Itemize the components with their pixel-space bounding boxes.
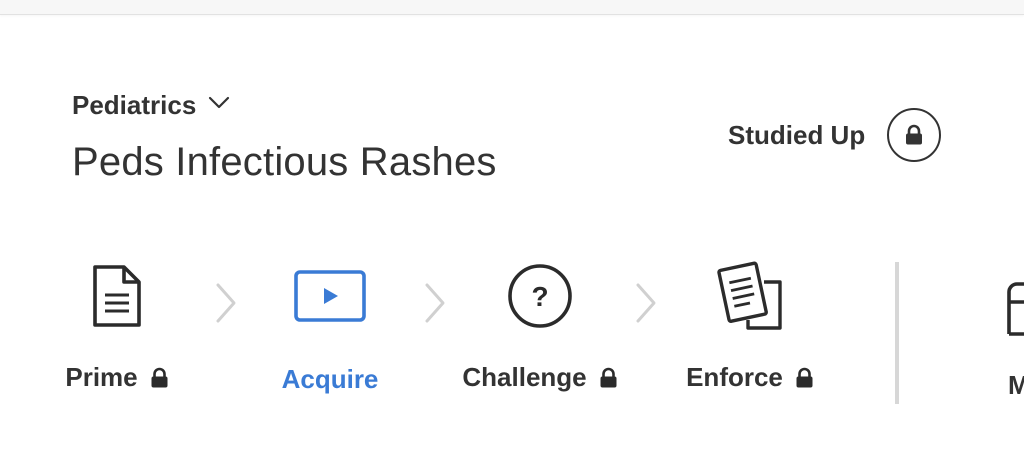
step-label: Acquire (281, 364, 379, 394)
step-label: Enforce (686, 362, 783, 392)
lock-circle-button[interactable] (887, 108, 942, 162)
step-divider (895, 262, 899, 404)
step-acquire[interactable]: Acquire (240, 258, 420, 395)
svg-text:?: ? (531, 281, 548, 312)
step-challenge[interactable]: ? Challenge (450, 258, 630, 393)
step-label-row: Enforce (686, 362, 814, 393)
step-label: Prime (65, 362, 138, 392)
step-prime[interactable]: Prime (27, 258, 207, 393)
step-partial[interactable]: M (1004, 258, 1024, 408)
chevron-right-icon (425, 283, 445, 323)
chevron-right-icon (636, 283, 656, 323)
page-title: Peds Infectious Rashes (72, 140, 497, 184)
lock-icon (151, 367, 168, 387)
step-label: M (1008, 370, 1024, 400)
lock-icon (906, 124, 923, 145)
video-play-icon (293, 258, 367, 334)
lock-icon (600, 367, 617, 387)
category-label: Pediatrics (72, 90, 197, 120)
chevron-right-icon (216, 283, 236, 323)
step-label: Challenge (462, 362, 587, 392)
step-label-row: Challenge (462, 362, 617, 393)
step-label-row: Prime (65, 362, 168, 393)
document-icon (91, 258, 143, 334)
studied-up-toggle[interactable]: Studied Up (728, 108, 942, 162)
top-bar (0, 0, 1024, 15)
question-icon: ? (506, 258, 574, 334)
studied-up-label: Studied Up (728, 119, 866, 150)
category-dropdown[interactable]: Pediatrics (72, 90, 230, 121)
step-enforce[interactable]: Enforce (660, 258, 840, 393)
step-label-row: Acquire (282, 364, 379, 395)
lock-icon (796, 367, 813, 387)
documents-icon (714, 258, 786, 334)
box-icon (1007, 282, 1024, 336)
chevron-down-icon (208, 96, 230, 115)
